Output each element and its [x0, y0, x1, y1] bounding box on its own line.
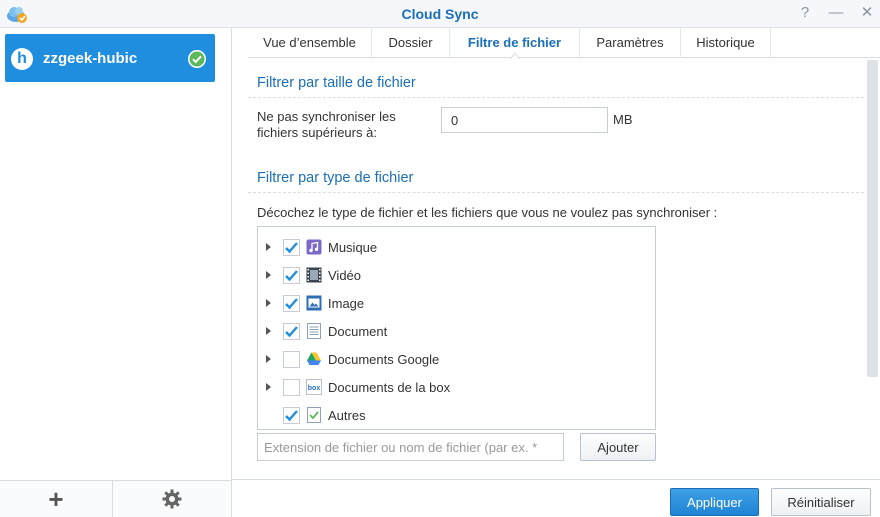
sidebar-footer: +	[0, 480, 231, 517]
apply-button[interactable]: Appliquer	[670, 488, 759, 516]
file-type-row: Image	[258, 289, 655, 317]
file-extension-input[interactable]	[257, 433, 564, 461]
file-type-row: Documents Google	[258, 345, 655, 373]
file-type-row: Document	[258, 317, 655, 345]
gear-icon	[162, 489, 182, 509]
section-divider	[248, 192, 864, 193]
file-type-checkbox[interactable]	[283, 267, 300, 284]
checkmark-icon	[285, 298, 298, 310]
window-title: Cloud Sync	[401, 6, 479, 22]
file-type-checkbox[interactable]	[283, 379, 300, 396]
hubic-logo-icon: h	[11, 48, 33, 70]
file-type-row: box Documents de la box	[258, 373, 655, 401]
file-type-checkbox[interactable]	[283, 295, 300, 312]
tab-settings[interactable]: Paramètres	[580, 28, 681, 58]
size-filter-title: Filtrer par taille de fichier	[257, 75, 416, 91]
tab-history[interactable]: Historique	[681, 28, 771, 58]
tab-file-filter-label: Filtre de fichier	[467, 35, 562, 50]
checkmark-icon	[285, 326, 298, 338]
reset-button[interactable]: Réinitialiser	[771, 488, 871, 516]
file-type-checkbox[interactable]	[283, 239, 300, 256]
music-icon	[306, 239, 322, 255]
help-button[interactable]: ?	[796, 4, 814, 22]
file-type-tree: Musique Vidéo Image Document Documents G…	[257, 226, 656, 430]
expand-arrow-icon[interactable]	[266, 383, 271, 391]
file-type-label: Document	[328, 324, 388, 339]
sync-ok-icon	[188, 50, 206, 68]
checkmark-icon	[285, 270, 298, 282]
action-footer: Appliquer Réinitialiser	[232, 479, 880, 517]
file-type-label: Documents Google	[328, 352, 440, 367]
other-files-icon	[307, 407, 321, 423]
document-icon	[307, 323, 321, 339]
image-icon	[306, 295, 322, 311]
checkmark-icon	[285, 242, 298, 254]
file-type-label: Musique	[328, 240, 378, 255]
sidebar: h zzgeek-hubic +	[0, 28, 232, 517]
file-type-checkbox[interactable]	[283, 323, 300, 340]
tab-file-filter[interactable]: Filtre de fichier	[450, 28, 580, 59]
file-type-checkbox[interactable]	[283, 351, 300, 368]
checkmark-icon	[285, 410, 298, 422]
tab-folder[interactable]: Dossier	[372, 28, 450, 58]
section-divider	[248, 97, 864, 98]
content-scrollbar-thumb[interactable]	[867, 60, 878, 377]
expand-arrow-icon[interactable]	[266, 355, 271, 363]
tab-bar: Vue d’ensemble Dossier Filtre de fichier…	[248, 28, 880, 59]
expand-arrow-icon[interactable]	[266, 271, 271, 279]
title-bar: Cloud Sync ? — ✕	[0, 0, 880, 28]
account-name: zzgeek-hubic	[43, 50, 138, 67]
video-icon	[306, 267, 322, 283]
add-account-button[interactable]: +	[0, 481, 112, 517]
sidebar-item-account[interactable]: h zzgeek-hubic	[5, 34, 215, 82]
max-size-input[interactable]	[441, 107, 608, 133]
file-type-label: Vidéo	[328, 268, 362, 283]
plus-icon: +	[48, 484, 64, 514]
file-type-checkbox[interactable]	[283, 407, 300, 424]
tab-overview[interactable]: Vue d’ensemble	[248, 28, 372, 58]
file-type-label: Documents de la box	[328, 380, 451, 395]
box-icon: box	[306, 379, 322, 395]
google-drive-icon	[307, 352, 321, 365]
expand-arrow-icon[interactable]	[266, 299, 271, 307]
expand-arrow-icon[interactable]	[266, 327, 271, 335]
close-button[interactable]: ✕	[858, 4, 876, 22]
size-unit-label: MB	[613, 112, 633, 127]
file-filter-panel: Filtrer par taille de fichier Ne pas syn…	[248, 59, 864, 479]
expand-arrow-icon[interactable]	[266, 243, 271, 251]
minimize-button[interactable]: —	[827, 4, 845, 22]
add-extension-button[interactable]: Ajouter	[580, 433, 656, 461]
type-filter-description: Décochez le type de fichier et les fichi…	[257, 205, 718, 220]
file-type-row: Vidéo	[258, 261, 655, 289]
file-type-label: Image	[328, 296, 365, 311]
file-type-label: Autres	[328, 408, 366, 423]
file-type-row: Autres	[258, 401, 655, 429]
settings-button[interactable]	[113, 481, 231, 517]
svg-text:box: box	[308, 385, 321, 392]
max-size-label: Ne pas synchroniser les fichiers supérie…	[257, 109, 396, 140]
file-type-row: Musique	[258, 233, 655, 261]
type-filter-title: Filtrer par type de fichier	[257, 170, 414, 186]
